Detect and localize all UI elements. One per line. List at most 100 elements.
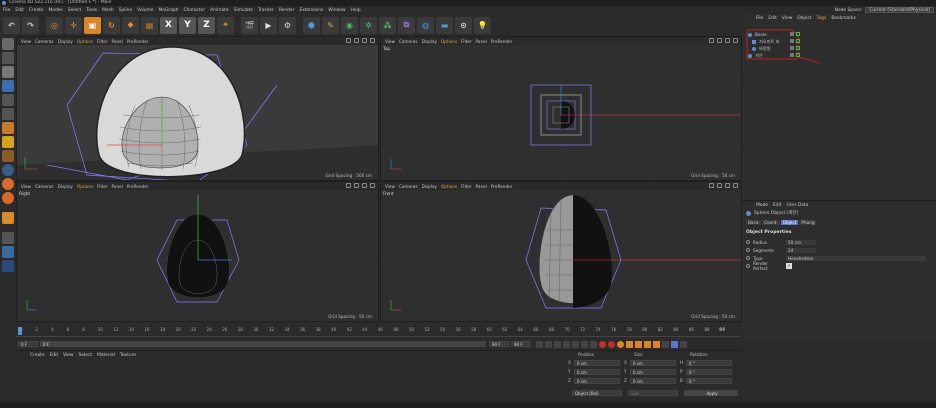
render-settings-icon[interactable]: ⚙ — [279, 16, 296, 34]
cloner-icon[interactable]: ⁂ — [379, 16, 396, 34]
light-icon[interactable]: 💡 — [474, 16, 491, 34]
workplane-lock-icon[interactable] — [2, 246, 14, 258]
maximize-view-icon[interactable] — [370, 38, 375, 43]
goto-start-icon[interactable] — [536, 341, 543, 348]
move-view-icon[interactable] — [346, 38, 351, 43]
snap-icon[interactable] — [2, 164, 14, 176]
vp-menu-filter[interactable]: Filter — [97, 184, 107, 189]
play-icon[interactable] — [563, 341, 570, 348]
type-select[interactable]: Hexahedron — [786, 255, 926, 261]
vp-menu-prorender[interactable]: ProRender — [127, 184, 149, 189]
polygon-mode-icon[interactable] — [2, 108, 14, 120]
model-mode-icon[interactable]: ▤ — [141, 16, 158, 34]
move-view-icon[interactable] — [709, 183, 714, 188]
coord-pos-field[interactable]: 0 cm — [574, 369, 620, 375]
menu-item[interactable]: Volume — [137, 8, 153, 13]
axis-x-button[interactable]: X — [160, 16, 177, 34]
coord-size-field[interactable]: 0 cm — [630, 360, 676, 366]
viewport-perspective[interactable]: View Cameras Display Options Filter Pane… — [16, 36, 379, 181]
record-icon[interactable] — [599, 341, 606, 348]
menu-item[interactable]: Extensions — [299, 8, 323, 13]
axis-z-button[interactable]: Z — [198, 16, 215, 34]
menu-item[interactable]: File — [3, 8, 10, 13]
vp-menu-view[interactable]: View — [21, 184, 31, 189]
mat-menu-view[interactable]: View — [63, 353, 73, 358]
viewport-front[interactable]: View Cameras Display Options Filter Pane… — [380, 181, 742, 322]
vp-menu-cameras[interactable]: Cameras — [399, 184, 418, 189]
zoom-view-icon[interactable] — [717, 38, 722, 43]
om-menu-object[interactable]: Object — [797, 16, 811, 21]
menu-item[interactable]: Edit — [15, 8, 24, 13]
attr-menu-edit[interactable]: Edit — [773, 203, 782, 208]
position-key-icon[interactable] — [626, 341, 633, 348]
prev-frame-icon[interactable] — [554, 341, 561, 348]
pla-key-icon[interactable] — [662, 341, 669, 348]
vp-menu-panel[interactable]: Panel — [476, 184, 487, 189]
menu-item[interactable]: Create — [29, 8, 44, 13]
mat-menu-create[interactable]: Create — [30, 353, 45, 358]
scale-key-icon[interactable] — [635, 341, 642, 348]
menu-item[interactable]: Simulate — [234, 8, 253, 13]
om-menu-view[interactable]: View — [782, 16, 792, 21]
texture-mode-icon[interactable] — [2, 52, 14, 64]
coord-pos-field[interactable]: 0 cm — [574, 360, 620, 366]
keyframe-selection-icon[interactable] — [617, 341, 624, 348]
coord-rot-field[interactable]: 0 ° — [686, 378, 732, 384]
floor-icon[interactable]: ▬ — [436, 16, 453, 34]
vp-menu-view[interactable]: View — [21, 39, 31, 44]
mat-menu-select[interactable]: Select — [79, 353, 93, 358]
vp-menu-display[interactable]: Display — [58, 39, 73, 44]
deformer-icon[interactable]: ⧉ — [398, 16, 415, 34]
om-menu-edit[interactable]: Edit — [768, 16, 777, 21]
rotation-key-icon[interactable] — [644, 341, 651, 348]
zoom-view-icon[interactable] — [354, 183, 359, 188]
keyframe-icon[interactable] — [746, 248, 750, 252]
vp-menu-panel[interactable]: Panel — [112, 39, 123, 44]
goto-end-icon[interactable] — [590, 341, 597, 348]
vp-menu-display[interactable]: Display — [422, 39, 437, 44]
end-frame-field[interactable]: 90 F — [489, 341, 509, 347]
attr-menu-user-data[interactable]: User Data — [786, 203, 808, 208]
maximize-view-icon[interactable] — [370, 183, 375, 188]
move-view-icon[interactable] — [709, 38, 714, 43]
menu-item[interactable]: Tracker — [258, 8, 274, 13]
next-frame-icon[interactable] — [572, 341, 579, 348]
coord-pos-field[interactable]: 0 cm — [574, 378, 620, 384]
zoom-view-icon[interactable] — [354, 38, 359, 43]
vp-menu-display[interactable]: Display — [422, 184, 437, 189]
move-view-icon[interactable] — [346, 183, 351, 188]
tweak-mode-icon[interactable] — [2, 150, 14, 162]
viewport-right[interactable]: View Cameras Display Options Filter Pane… — [16, 181, 379, 322]
tab-coord[interactable]: Coord. — [762, 220, 780, 225]
motion-icon[interactable] — [671, 341, 678, 348]
tab-phong[interactable]: Phong — [799, 220, 817, 225]
vp-menu-options[interactable]: Options — [441, 184, 457, 189]
menu-item[interactable]: Modes — [48, 8, 62, 13]
render-view-icon[interactable]: 🎬 — [241, 16, 258, 34]
node-space-select[interactable]: Current (Standard/Physical) — [865, 7, 934, 13]
menu-item[interactable]: Spline — [119, 8, 133, 13]
quantize-icon[interactable] — [2, 260, 14, 272]
apply-button[interactable]: Apply — [684, 390, 738, 396]
vp-menu-view[interactable]: View — [385, 184, 395, 189]
menu-item[interactable]: Help — [351, 8, 361, 13]
solo-icon[interactable] — [2, 178, 14, 190]
zoom-view-icon[interactable] — [717, 183, 722, 188]
field-icon[interactable]: ◍ — [417, 16, 434, 34]
vp-menu-panel[interactable]: Panel — [112, 184, 123, 189]
move-tool-icon[interactable]: ✛ — [65, 16, 82, 34]
keyframe-icon[interactable] — [746, 264, 750, 268]
render-perfect-checkbox[interactable]: ✓ — [786, 263, 792, 269]
vp-menu-prorender[interactable]: ProRender — [491, 39, 513, 44]
viewport-top[interactable]: View Cameras Display Options Filter Pane… — [380, 36, 742, 181]
vp-menu-view[interactable]: View — [385, 39, 395, 44]
make-editable-icon[interactable] — [2, 38, 14, 50]
rotate-view-icon[interactable] — [725, 38, 730, 43]
tab-object[interactable]: Object — [780, 220, 799, 225]
coord-size-mode-select[interactable]: Size — [628, 390, 678, 396]
mat-menu-material[interactable]: Material — [97, 353, 115, 358]
pen-spline-icon[interactable]: ✎ — [322, 16, 339, 34]
axis-y-button[interactable]: Y — [179, 16, 196, 34]
vp-menu-cameras[interactable]: Cameras — [35, 184, 54, 189]
autokey-icon[interactable] — [608, 341, 615, 348]
